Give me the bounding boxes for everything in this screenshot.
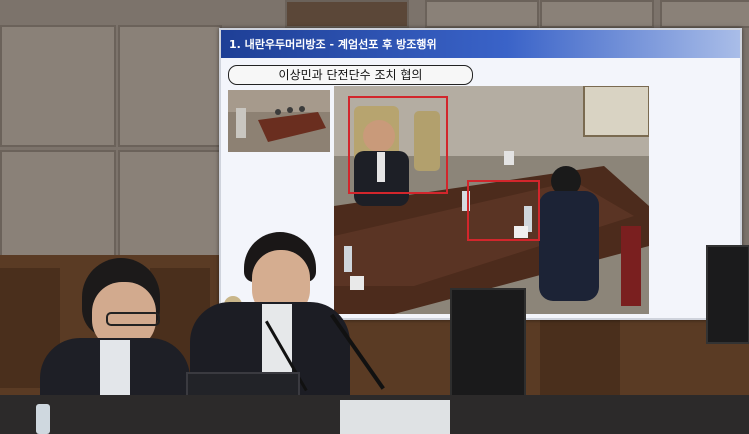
wall-panel xyxy=(285,0,409,28)
side-monitor xyxy=(706,245,749,344)
water-bottle xyxy=(36,404,50,434)
wall-panel xyxy=(425,0,539,28)
wall-panel xyxy=(540,0,654,28)
papers xyxy=(340,400,450,434)
wall-panel xyxy=(660,0,749,28)
wall-panel xyxy=(0,150,116,264)
slide-header-bar: 1. 내란우두머리방조 - 계엄선포 후 방조행위 xyxy=(221,30,740,58)
person-left-glasses xyxy=(106,312,160,326)
slide-header-title: 1. 내란우두머리방조 - 계엄선포 후 방조행위 xyxy=(229,38,437,51)
meeting-room-thumbnail xyxy=(228,90,330,152)
wall-panel xyxy=(118,25,222,147)
wall-panel xyxy=(0,25,116,147)
wall-panel xyxy=(118,150,222,264)
meeting-room-image xyxy=(228,90,330,152)
slide-subtitle: 이상민과 단전단수 조치 협의 xyxy=(228,65,473,85)
wood-slat xyxy=(540,318,620,398)
evidence-photo xyxy=(334,86,649,314)
courtroom-scene: 1. 내란우두머리방조 - 계엄선포 후 방조행위 이상민과 단전단수 조치 협… xyxy=(0,0,749,434)
meeting-photo-image xyxy=(334,86,649,314)
